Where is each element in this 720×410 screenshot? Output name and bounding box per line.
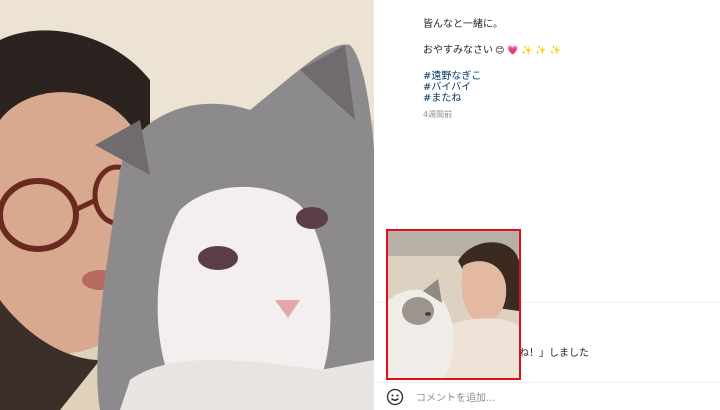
caption-line-2: おやすみなさい 😊 💗 ✨ ✨ ✨ <box>423 44 703 58</box>
comment-input[interactable] <box>414 388 678 408</box>
caption-goodnight: おやすみなさい <box>423 45 493 56</box>
hashtag-baibai[interactable]: #バイバイ <box>423 82 703 93</box>
post-photo-illustration <box>0 0 374 410</box>
smile-icon[interactable] <box>386 388 404 406</box>
hashtag-matane[interactable]: #またね <box>423 93 703 104</box>
post-photo[interactable] <box>0 0 374 410</box>
comment-bar <box>374 384 720 410</box>
caption-emojis: 😊 💗 ✨ ✨ ✨ <box>495 46 561 56</box>
caption-line-1: 皆んなと一緒に。 <box>423 19 503 30</box>
hashtag-toono-nagiko[interactable]: #遠野なぎこ <box>423 71 703 82</box>
post-caption: 皆んなと一緒に。 おやすみなさい 😊 💗 ✨ ✨ ✨ #遠野なぎこ #バイバイ #… <box>423 18 703 121</box>
video-thumbnail-illustration <box>388 231 519 378</box>
video-thumbnail[interactable] <box>386 229 521 380</box>
post-timestamp[interactable]: 4週間前 <box>423 108 703 121</box>
comment-divider <box>374 382 720 383</box>
liked-by-text[interactable]: ね！」しました <box>519 344 589 359</box>
